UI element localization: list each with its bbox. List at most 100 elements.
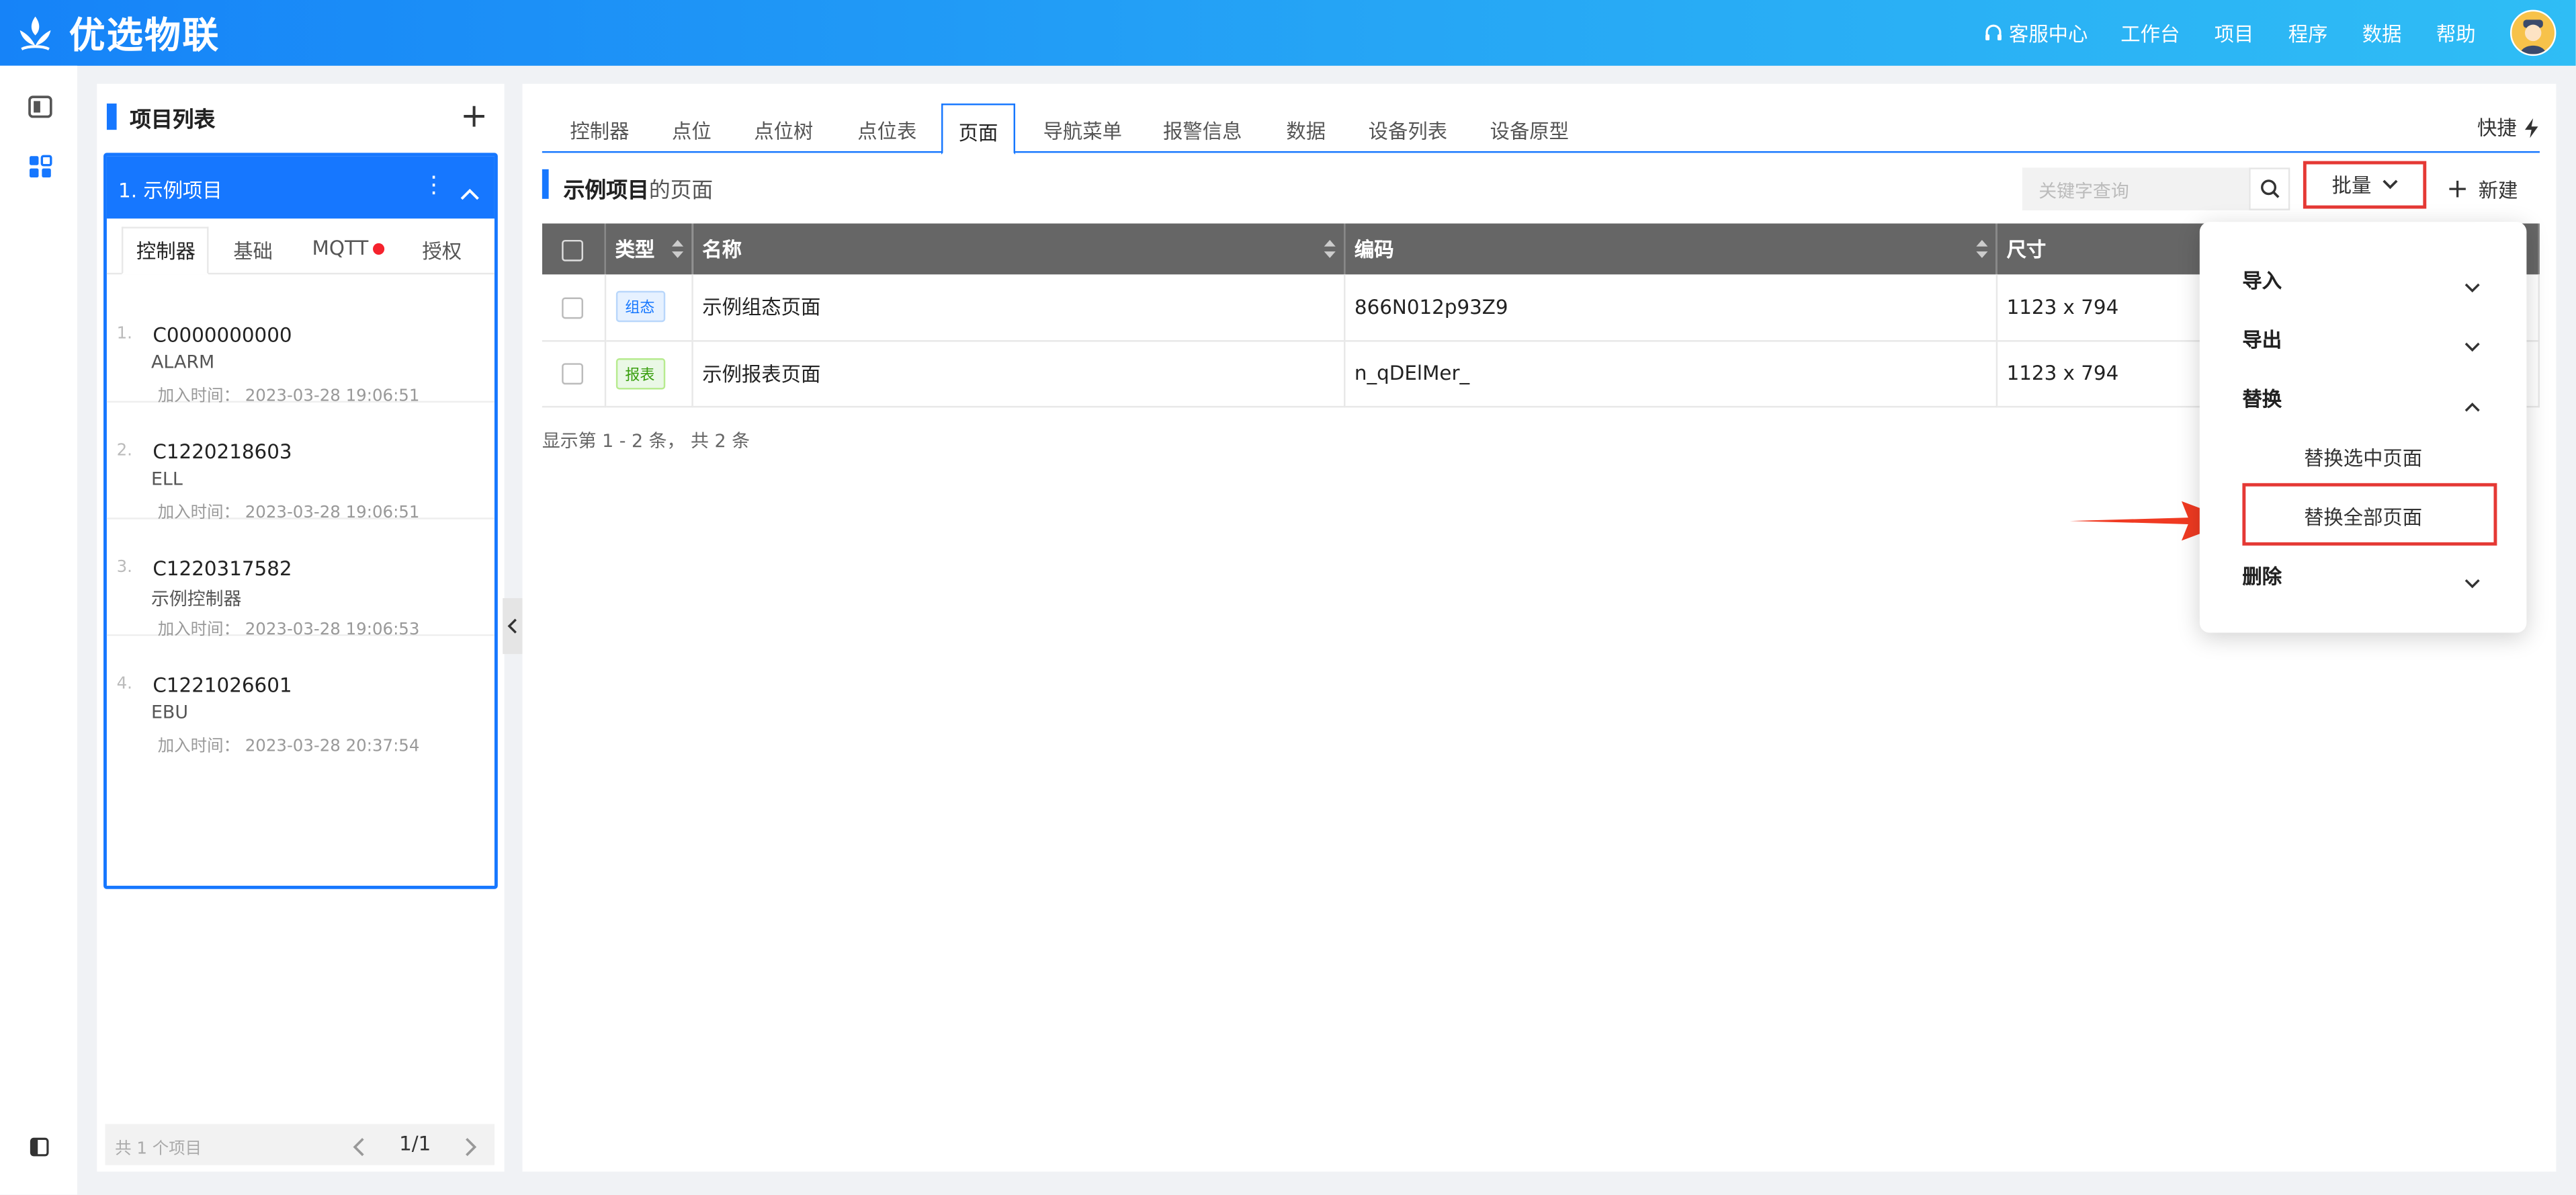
select-all-checkbox[interactable] [562, 239, 583, 261]
menu-delete[interactable]: 删除 [2242, 562, 2282, 590]
left-rail [0, 65, 77, 1195]
tab-pages[interactable]: 页面 [941, 104, 1016, 155]
row-checkbox[interactable] [562, 363, 583, 385]
avatar-icon [2511, 11, 2554, 54]
section-project-name: 示例项目 [563, 179, 649, 204]
menu-replace-all[interactable]: 替换全部页面 [2200, 503, 2527, 531]
menu-replace-selected[interactable]: 替换选中页面 [2200, 444, 2527, 472]
controller-item[interactable]: 3. C1220317582 示例控制器 加入时间： 2023-03-28 19… [106, 520, 495, 639]
tab-data[interactable]: 数据 [1286, 117, 1326, 145]
column-name-label: 名称 [702, 238, 742, 261]
search-button[interactable] [2249, 167, 2290, 210]
table-summary: 显示第 1 - 2 条， 共 2 条 [542, 430, 750, 452]
top-nav: 客服中心 工作台 项目 程序 数据 帮助 [1983, 0, 2576, 66]
controller-join-time: 加入时间： 2023-03-28 20:37:54 [157, 737, 420, 756]
project-name: 1. 示例项目 [118, 179, 222, 202]
controller-index: 1. [116, 325, 132, 344]
chevron-left-icon [507, 618, 517, 634]
batch-dropdown-menu: 导入 导出 替换 替换选中页面 替换全部页面 删除 [2199, 222, 2527, 633]
tab-mqtt[interactable]: MQTT [312, 237, 385, 259]
sort-icon[interactable] [671, 239, 683, 263]
sort-icon[interactable] [1975, 239, 1987, 263]
page-indicator: 1/1 [399, 1132, 431, 1155]
collapse-panel-handle[interactable] [503, 598, 523, 655]
controller-code: C1220317582 [153, 557, 292, 581]
column-code[interactable]: 编码 [1344, 223, 1997, 275]
nav-workbench[interactable]: 工作台 [2120, 19, 2180, 47]
quick-actions-button[interactable]: 快捷 [2477, 114, 2540, 142]
search-icon [2260, 179, 2279, 198]
tab-basic[interactable]: 基础 [233, 237, 273, 265]
keyword-search-input[interactable]: 关键字查询 [2022, 167, 2249, 210]
row-checkbox[interactable] [562, 296, 583, 319]
select-all-cell [542, 223, 605, 275]
main-tabs: 控制器 点位 点位树 点位表 页面 导航菜单 报警信息 数据 设备列表 设备原型 [542, 104, 2540, 155]
row-select-cell [542, 340, 605, 407]
chevron-up-icon[interactable] [460, 176, 480, 207]
type-cell: 报表 [604, 340, 693, 407]
nav-help[interactable]: 帮助 [2436, 19, 2476, 47]
project-count: 共 1 个项目 [115, 1140, 202, 1159]
type-cell: 组态 [604, 274, 693, 341]
plus-icon: + [2446, 172, 2469, 204]
chevron-down-icon [2382, 179, 2397, 190]
more-vertical-icon[interactable]: ⋮ [422, 173, 445, 199]
sidebar-toggle-icon[interactable] [25, 1132, 54, 1162]
layout-panel-icon[interactable] [25, 92, 54, 122]
column-type-label: 类型 [615, 238, 655, 261]
customer-service-link[interactable]: 客服中心 [1983, 19, 2088, 47]
tab-nav-menu[interactable]: 导航菜单 [1043, 117, 1122, 145]
batch-dropdown-button[interactable]: 批量 [2303, 161, 2427, 209]
nav-projects[interactable]: 项目 [2215, 19, 2254, 47]
controller-item[interactable]: 1. C0000000000 ALARM 加入时间： 2023-03-28 19… [106, 286, 495, 406]
chevron-left-icon[interactable] [351, 1132, 365, 1163]
section-accent-bar [542, 169, 549, 199]
tab-auth[interactable]: 授权 [422, 237, 462, 265]
chevron-down-icon[interactable] [2464, 329, 2481, 360]
new-page-button[interactable]: + 新建 [2434, 167, 2530, 210]
project-card: 1. 示例项目 ⋮ 控制器 基础 MQTT 授权 1. C0000000000 … [103, 153, 498, 889]
section-suffix: 的页面 [648, 179, 714, 204]
project-list-panel: 项目列表 + 1. 示例项目 ⋮ 控制器 基础 MQTT 授权 1. C0000… [97, 83, 505, 1172]
tab-controllers[interactable]: 控制器 [570, 117, 629, 145]
add-project-button[interactable]: + [460, 99, 488, 132]
menu-import[interactable]: 导入 [2242, 266, 2282, 294]
chevron-right-icon[interactable] [465, 1132, 478, 1163]
tab-alarms[interactable]: 报警信息 [1163, 117, 1242, 145]
grid-apps-icon[interactable] [25, 151, 54, 181]
chevron-down-icon[interactable] [2464, 565, 2481, 596]
column-name[interactable]: 名称 [691, 223, 1345, 275]
tab-point-tree[interactable]: 点位树 [754, 117, 813, 145]
customer-service-label: 客服中心 [2009, 22, 2088, 46]
tab-point-table[interactable]: 点位表 [857, 117, 916, 145]
tab-controllers[interactable]: 控制器 [136, 237, 196, 265]
tab-mqtt-label: MQTT [312, 237, 369, 260]
title-accent-bar [106, 104, 117, 130]
controller-item[interactable]: 4. C1221026601 EBU 加入时间： 2023-03-28 20:3… [107, 636, 495, 756]
mqtt-status-dot [373, 243, 385, 255]
headset-icon [1985, 24, 2002, 40]
brand-logo[interactable]: 优选物联 [15, 7, 220, 59]
menu-replace[interactable]: 替换 [2242, 384, 2282, 413]
type-tag: 报表 [615, 357, 665, 389]
controller-name: ELL [151, 468, 183, 490]
controller-item[interactable]: 2. C1220218603 ELL 加入时间： 2023-03-28 19:0… [106, 403, 495, 523]
project-tabs: 控制器 基础 MQTT 授权 [106, 218, 495, 275]
column-type[interactable]: 类型 [604, 223, 693, 275]
tab-device-prototype[interactable]: 设备原型 [1490, 117, 1569, 145]
nav-programs[interactable]: 程序 [2288, 19, 2328, 47]
batch-label: 批量 [2331, 174, 2372, 198]
tab-points[interactable]: 点位 [672, 117, 712, 145]
sort-icon[interactable] [1323, 239, 1335, 263]
tab-device-list[interactable]: 设备列表 [1369, 117, 1447, 145]
controller-code: C1221026601 [153, 673, 292, 697]
chevron-down-icon[interactable] [2464, 270, 2481, 300]
project-card-header[interactable]: 1. 示例项目 ⋮ [106, 156, 495, 219]
user-avatar[interactable] [2509, 9, 2557, 56]
chevron-up-icon[interactable] [2464, 388, 2481, 419]
menu-export[interactable]: 导出 [2242, 325, 2282, 354]
project-pagination: 共 1 个项目 1/1 [105, 1124, 495, 1165]
nav-data[interactable]: 数据 [2362, 19, 2402, 47]
controller-index: 4. [116, 675, 132, 694]
controller-name: ALARM [151, 352, 215, 374]
